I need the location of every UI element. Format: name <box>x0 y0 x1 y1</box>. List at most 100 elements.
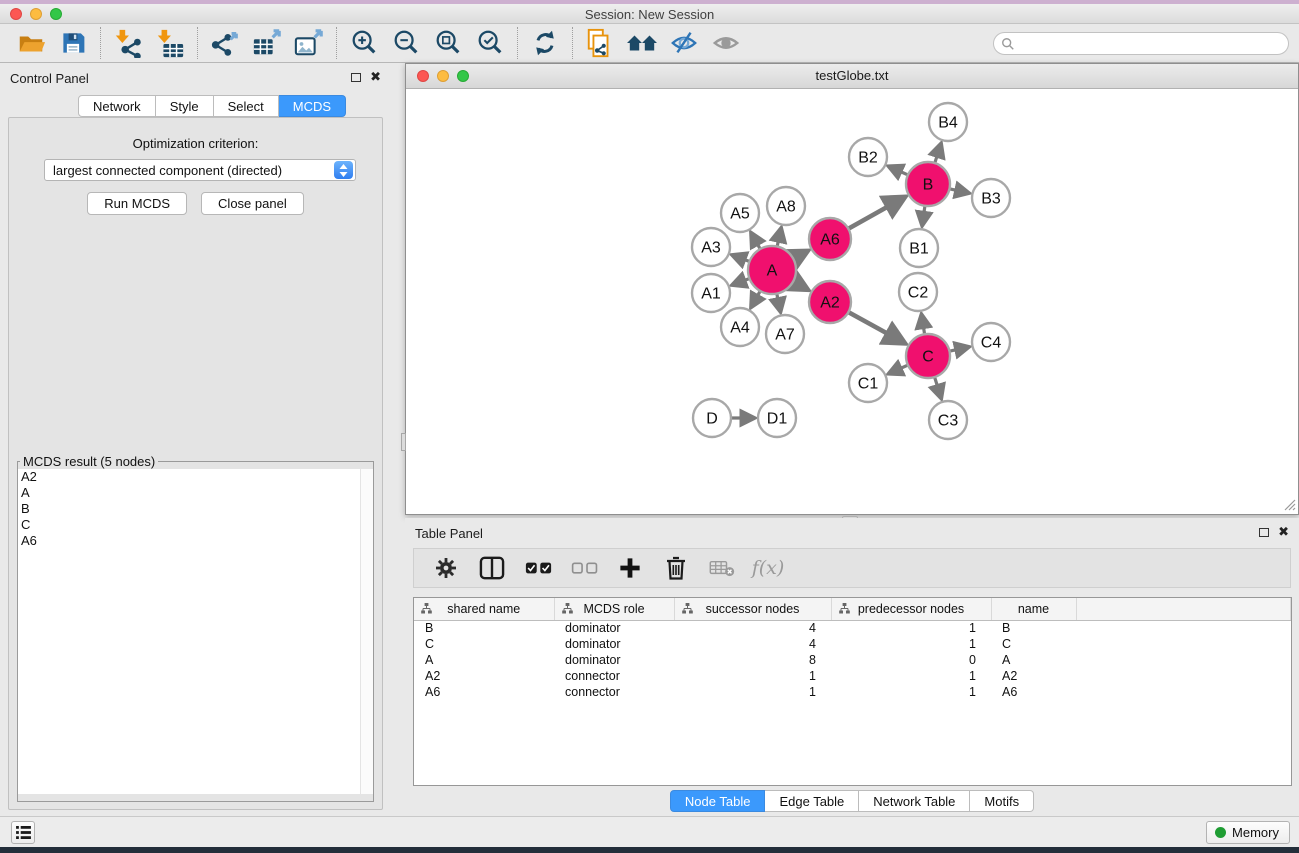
run-mcds-button[interactable]: Run MCDS <box>87 192 187 215</box>
splitter-collapse-handle[interactable] <box>401 433 406 451</box>
node-A5[interactable]: A5 <box>721 194 759 232</box>
result-item[interactable]: C <box>18 517 373 533</box>
edge-A-A8[interactable] <box>777 228 781 246</box>
table-cell[interactable]: C <box>414 636 554 652</box>
table-cell[interactable]: A2 <box>414 668 554 684</box>
node-B2[interactable]: B2 <box>849 138 887 176</box>
node-C[interactable]: C <box>906 334 950 378</box>
table-cell[interactable]: 1 <box>831 636 991 652</box>
refresh-button[interactable] <box>524 26 566 60</box>
float-panel-icon[interactable] <box>351 73 361 82</box>
node-C2[interactable]: C2 <box>899 273 937 311</box>
edge-A2-C[interactable] <box>848 312 904 343</box>
search-input[interactable] <box>1015 35 1288 53</box>
node-C1[interactable]: C1 <box>849 364 887 402</box>
table-tab-node-table[interactable]: Node Table <box>670 790 766 812</box>
delete-table-button[interactable] <box>704 552 740 584</box>
edge-B-B3[interactable] <box>949 189 968 193</box>
table-cell[interactable]: A6 <box>414 684 554 700</box>
import-network-button[interactable] <box>107 26 149 60</box>
node-B3[interactable]: B3 <box>972 179 1010 217</box>
table-tab-network-table[interactable]: Network Table <box>859 790 970 812</box>
show-details-button[interactable] <box>705 26 747 60</box>
result-scrollbar[interactable] <box>360 469 373 794</box>
tab-network[interactable]: Network <box>78 95 156 117</box>
node-D[interactable]: D <box>693 399 731 437</box>
table-cell[interactable]: A <box>414 652 554 668</box>
column-header-name[interactable]: name <box>991 598 1076 620</box>
result-item[interactable]: A <box>18 485 373 501</box>
node-A2[interactable]: A2 <box>809 281 851 323</box>
tab-style[interactable]: Style <box>156 95 214 117</box>
table-cell[interactable]: dominator <box>554 620 674 636</box>
node-A7[interactable]: A7 <box>766 315 804 353</box>
select-stepper[interactable] <box>334 161 353 179</box>
table-tab-motifs[interactable]: Motifs <box>970 790 1034 812</box>
select-all-button[interactable] <box>520 552 556 584</box>
node-A3[interactable]: A3 <box>692 228 730 266</box>
table-cell[interactable]: 4 <box>674 636 831 652</box>
close-panel-button[interactable]: Close panel <box>201 192 304 215</box>
table-row[interactable]: Cdominator41C <box>414 636 1291 652</box>
search-field[interactable] <box>993 32 1289 55</box>
node-D1[interactable]: D1 <box>758 399 796 437</box>
table-cell[interactable]: 1 <box>674 668 831 684</box>
open-file-button[interactable] <box>10 26 52 60</box>
edge-C-C4[interactable] <box>949 347 968 351</box>
table-cell[interactable]: C <box>991 636 1076 652</box>
edge-A-A7[interactable] <box>777 294 781 312</box>
result-item[interactable]: A6 <box>18 533 373 549</box>
edge-A-A3[interactable] <box>732 255 749 261</box>
export-table-button[interactable] <box>246 26 288 60</box>
column-header-successor-nodes[interactable]: successor nodes <box>674 598 831 620</box>
column-header-predecessor-nodes[interactable]: predecessor nodes <box>831 598 991 620</box>
table-tab-edge-table[interactable]: Edge Table <box>765 790 859 812</box>
new-session-from-network-button[interactable] <box>579 26 621 60</box>
node-B4[interactable]: B4 <box>929 103 967 141</box>
first-neighbors-button[interactable] <box>621 26 663 60</box>
network-window-titlebar[interactable]: testGlobe.txt <box>406 64 1298 89</box>
edge-B-B2[interactable] <box>889 166 908 175</box>
criterion-select[interactable]: largest connected component (directed) <box>44 159 356 181</box>
edge-A-A4[interactable] <box>751 291 760 307</box>
delete-column-button[interactable] <box>658 552 694 584</box>
close-table-panel-icon[interactable]: ✖ <box>1278 527 1289 537</box>
import-table-button[interactable] <box>149 26 191 60</box>
table-cell[interactable]: A <box>991 652 1076 668</box>
table-cell[interactable]: B <box>414 620 554 636</box>
table-cell[interactable]: A6 <box>991 684 1076 700</box>
table-cell[interactable]: dominator <box>554 636 674 652</box>
node-C3[interactable]: C3 <box>929 401 967 439</box>
table-row[interactable]: A6connector11A6 <box>414 684 1291 700</box>
table-cell[interactable]: connector <box>554 684 674 700</box>
edge-C-C2[interactable] <box>922 315 925 335</box>
add-column-button[interactable] <box>612 552 648 584</box>
table-row[interactable]: Adominator80A <box>414 652 1291 668</box>
table-cell[interactable]: 0 <box>831 652 991 668</box>
table-cell[interactable]: connector <box>554 668 674 684</box>
node-A8[interactable]: A8 <box>767 187 805 225</box>
table-row[interactable]: Bdominator41B <box>414 620 1291 636</box>
result-item[interactable]: A2 <box>18 469 373 485</box>
edge-A-A6[interactable] <box>793 252 806 259</box>
table-cell[interactable]: 1 <box>831 620 991 636</box>
column-visibility-button[interactable] <box>474 552 510 584</box>
node-A1[interactable]: A1 <box>692 274 730 312</box>
table-cell[interactable]: 1 <box>831 684 991 700</box>
node-A6[interactable]: A6 <box>809 218 851 260</box>
node-A4[interactable]: A4 <box>721 308 759 346</box>
table-cell[interactable]: A2 <box>991 668 1076 684</box>
edge-A6-B[interactable] <box>848 197 904 228</box>
zoom-out-button[interactable] <box>385 26 427 60</box>
float-table-panel-icon[interactable] <box>1259 528 1269 537</box>
edge-C-C1[interactable] <box>889 365 908 374</box>
network-graph[interactable]: AA1A2A3A4A5A6A7A8BB1B2B3B4CC1C2C3C4DD1 <box>406 89 1298 513</box>
edge-A-A1[interactable] <box>732 278 749 284</box>
node-B1[interactable]: B1 <box>900 229 938 267</box>
table-cell[interactable]: 1 <box>831 668 991 684</box>
zoom-fit-button[interactable] <box>427 26 469 60</box>
close-panel-icon[interactable]: ✖ <box>370 72 381 82</box>
edge-A-A2[interactable] <box>793 282 807 290</box>
column-header-MCDS-role[interactable]: MCDS role <box>554 598 674 620</box>
table-cell[interactable]: 8 <box>674 652 831 668</box>
